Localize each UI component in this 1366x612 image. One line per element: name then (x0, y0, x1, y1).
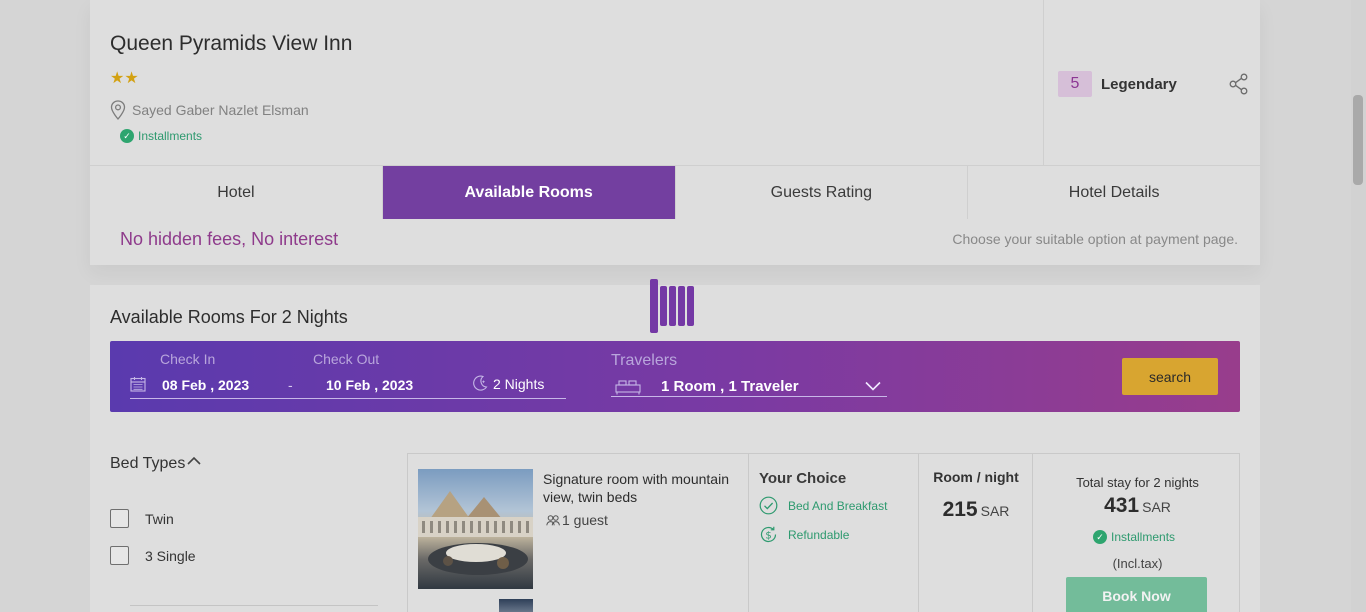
filter-option-twin[interactable]: Twin (110, 509, 174, 528)
chevron-up-icon (187, 456, 201, 465)
hotel-name: Queen Pyramids View Inn (110, 32, 353, 55)
stars-icon: ★★ (110, 70, 139, 87)
incl-tax: (Incl.tax) (1112, 556, 1163, 571)
star-rating: ★★ (110, 71, 139, 87)
filter-divider (130, 605, 378, 606)
search-button[interactable]: search (1122, 358, 1218, 395)
total-price: 431 SAR (1033, 494, 1242, 518)
choice-item-label: Refundable (788, 527, 850, 542)
tab-hotel-details[interactable]: Hotel Details (968, 166, 1260, 220)
available-rooms-card: Available Rooms For 2 Nights Check In 08… (90, 279, 1260, 612)
tab-hotel[interactable]: Hotel (90, 166, 383, 220)
room-guests: 1 guest (546, 512, 608, 528)
nights-count: 2 Nights (493, 376, 545, 392)
fees-banner: No hidden fees, No interest Choose your … (90, 219, 1260, 265)
scrollbar-thumb[interactable] (1353, 95, 1363, 185)
hotel-tabs: Hotel Available Rooms Guests Rating Hote… (90, 165, 1260, 220)
rating-label: Legendary (1101, 76, 1177, 93)
choice-bed-breakfast: Bed And Breakfast (759, 496, 887, 515)
page-scrollbar[interactable] (1351, 0, 1366, 612)
rooms-title: Available Rooms For 2 Nights (110, 307, 348, 327)
check-in-label: Check In (160, 351, 216, 367)
check-circle-icon: ✓ (1093, 530, 1107, 544)
svg-text:$: $ (765, 530, 771, 541)
loader-bar (687, 286, 694, 326)
room-total-column: Total stay for 2 nights 431 SAR ✓ Install… (1032, 454, 1241, 612)
check-outline-icon (759, 496, 778, 515)
total-price-currency: SAR (1142, 499, 1171, 515)
address-text: Sayed Gaber Nazlet Elsman (132, 102, 309, 118)
installments-label: Installments (138, 129, 203, 143)
room-photo[interactable] (418, 469, 533, 589)
refund-icon: $ (760, 526, 777, 543)
hotel-rating-panel: 5 Legendary (1043, 0, 1260, 165)
choice-refundable: $ Refundable (759, 525, 849, 544)
check-circle-icon: ✓ (120, 129, 134, 143)
total-installments: ✓ Installments (1093, 530, 1175, 544)
share-icon[interactable] (1229, 73, 1249, 95)
search-bar: Check In 08 Feb , 2023 - Check Out 10 Fe… (110, 341, 1240, 412)
hotel-info: Queen Pyramids View Inn ★★ Sayed Gaber N… (90, 0, 1043, 165)
guests-icon (546, 515, 560, 526)
loader-bar (660, 286, 667, 326)
night-price: 215 SAR (919, 498, 1033, 522)
rating-score: 5 (1058, 71, 1092, 97)
room-photo-image (418, 491, 533, 575)
travelers-select[interactable]: 1 Room , 1 Traveler (661, 378, 799, 395)
hotel-card: Queen Pyramids View Inn ★★ Sayed Gaber N… (90, 0, 1260, 265)
date-underline (130, 398, 566, 399)
loader-icon (650, 279, 694, 333)
filter-option-3-single[interactable]: 3 Single (110, 546, 196, 565)
total-price-value: 431 (1104, 494, 1140, 517)
bed-types-label: Bed Types (110, 455, 186, 472)
travelers-underline (611, 396, 887, 397)
room-thumbnail[interactable] (499, 599, 533, 612)
installments-badge: ✓ Installments (120, 129, 202, 143)
loader-bar (669, 286, 676, 326)
loader-bar (678, 286, 685, 326)
calendar-icon[interactable] (130, 376, 146, 392)
date-separator: - (288, 377, 293, 393)
book-now-button[interactable]: Book Now (1066, 577, 1207, 612)
fees-note: Choose your suitable option at payment p… (952, 231, 1238, 247)
night-price-value: 215 (942, 498, 978, 521)
chevron-down-icon[interactable] (865, 381, 881, 391)
choice-title: Your Choice (759, 470, 847, 487)
total-installments-label: Installments (1111, 530, 1176, 544)
guests-text: 1 guest (562, 512, 608, 528)
loader-bar (650, 279, 658, 333)
checkbox-twin[interactable] (110, 509, 129, 528)
total-label: Total stay for 2 nights (1076, 475, 1199, 490)
night-price-currency: SAR (980, 503, 1010, 519)
bed-icon (615, 380, 641, 395)
room-row: Signature room with mountain view, twin … (407, 453, 1240, 612)
choice-item-label: Bed And Breakfast (788, 498, 888, 513)
moon-icon (473, 375, 488, 391)
checkbox-3-single[interactable] (110, 546, 129, 565)
room-name[interactable]: Signature room with mountain view, twin … (543, 470, 748, 506)
tab-guests-rating[interactable]: Guests Rating (675, 166, 969, 220)
filter-option-label: 3 Single (145, 547, 196, 564)
fees-title: No hidden fees, No interest (120, 229, 339, 249)
night-title: Room / night (933, 469, 1019, 485)
check-out-input[interactable]: 10 Feb , 2023 (326, 377, 413, 393)
room-choice-column: Your Choice Bed And Breakfast $ Refundab… (748, 454, 918, 612)
filter-option-label: Twin (145, 510, 174, 527)
room-night-column: Room / night 215 SAR (918, 454, 1032, 612)
tab-available-rooms[interactable]: Available Rooms (382, 166, 676, 220)
pin-icon (110, 100, 126, 120)
bed-types-toggle[interactable]: Bed Types (110, 455, 201, 473)
hotel-address: Sayed Gaber Nazlet Elsman (109, 100, 309, 120)
travelers-label: Travelers (611, 352, 678, 369)
check-in-input[interactable]: 08 Feb , 2023 (162, 377, 249, 393)
check-out-label: Check Out (313, 351, 380, 367)
